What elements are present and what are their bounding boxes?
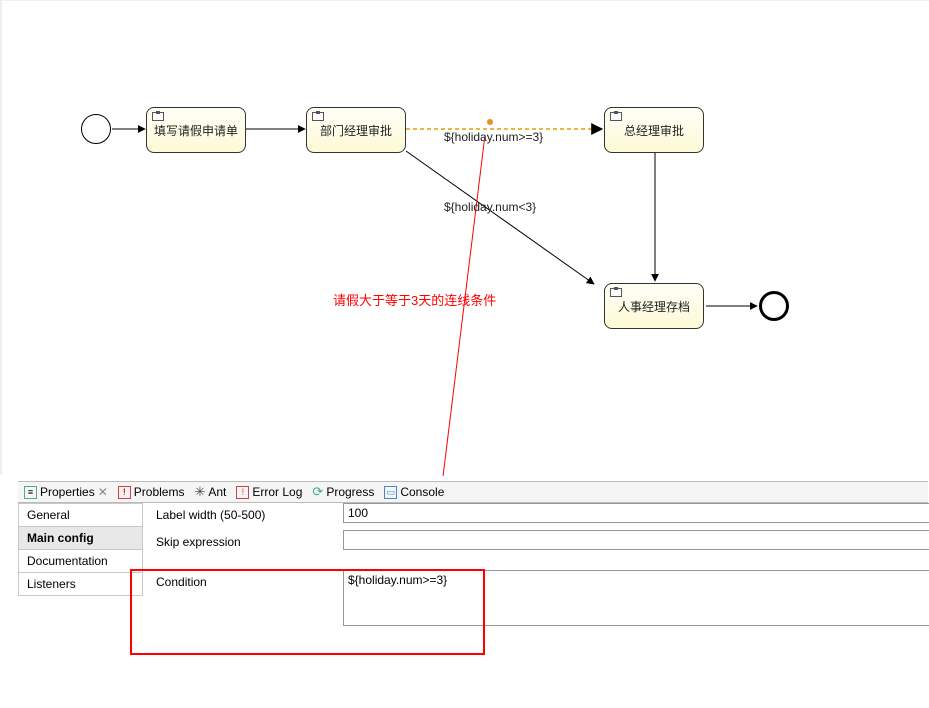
- sidetab-main-config[interactable]: Main config: [18, 526, 143, 549]
- tab-properties[interactable]: ≡ Properties ✕: [24, 485, 108, 499]
- bendpoint-handle[interactable]: [487, 119, 493, 125]
- skip-expression-input[interactable]: [343, 530, 929, 550]
- sidetab-documentation[interactable]: Documentation: [18, 549, 143, 572]
- user-task-icon: [610, 112, 622, 121]
- task-label: 填写请假申请单: [154, 122, 238, 139]
- task-hr-archive[interactable]: 人事经理存档: [604, 283, 704, 329]
- condition-label: Condition: [148, 570, 343, 594]
- sidetab-listeners[interactable]: Listeners: [18, 572, 143, 596]
- tab-label: Properties: [40, 485, 95, 499]
- user-task-icon: [610, 288, 622, 297]
- ant-icon: ✳: [194, 484, 205, 500]
- progress-icon: ⟳: [312, 484, 323, 500]
- views-tabbar: ≡ Properties ✕ ! Problems ✳ Ant ! Error …: [18, 481, 928, 503]
- edge-label-ge3[interactable]: ${holiday.num>=3}: [444, 130, 543, 144]
- tab-errorlog[interactable]: ! Error Log: [236, 485, 302, 499]
- sidetab-general[interactable]: General: [18, 503, 143, 526]
- tab-label: Problems: [134, 485, 185, 499]
- properties-side-tabs: General Main config Documentation Listen…: [18, 503, 143, 596]
- task-label: 总经理审批: [624, 122, 684, 139]
- end-event[interactable]: [759, 291, 789, 321]
- task-dept-approve[interactable]: 部门经理审批: [306, 107, 406, 153]
- diagram-canvas[interactable]: 填写请假申请单 部门经理审批 总经理审批 人事经理存档 ${holiday.nu…: [0, 0, 929, 475]
- tab-progress[interactable]: ⟳ Progress: [312, 484, 374, 500]
- properties-form: Label width (50-500) Skip expression Con…: [148, 503, 929, 629]
- start-event[interactable]: [81, 114, 111, 144]
- flow-edges: [22, 1, 929, 476]
- skip-expression-label: Skip expression: [148, 530, 343, 554]
- label-width-input[interactable]: [343, 503, 929, 523]
- problems-icon: !: [118, 486, 131, 499]
- tab-problems[interactable]: ! Problems: [118, 485, 185, 499]
- properties-icon: ≡: [24, 486, 37, 499]
- tab-ant[interactable]: ✳ Ant: [194, 484, 226, 500]
- tab-label: Error Log: [252, 485, 302, 499]
- edge-label-lt3[interactable]: ${holiday.num<3}: [444, 200, 536, 214]
- errorlog-icon: !: [236, 486, 249, 499]
- tab-label: Ant: [208, 485, 226, 499]
- user-task-icon: [152, 112, 164, 121]
- task-label: 人事经理存档: [618, 298, 690, 315]
- edge-t2-t4[interactable]: [406, 151, 594, 284]
- annotation-text: 请假大于等于3天的连线条件: [333, 290, 496, 309]
- task-label: 部门经理审批: [320, 122, 392, 139]
- tab-label: Console: [400, 485, 444, 499]
- task-gm-approve[interactable]: 总经理审批: [604, 107, 704, 153]
- task-fill-form[interactable]: 填写请假申请单: [146, 107, 246, 153]
- tab-label: Progress: [326, 485, 374, 499]
- console-icon: ▭: [384, 486, 397, 499]
- user-task-icon: [312, 112, 324, 121]
- condition-input[interactable]: [343, 570, 929, 626]
- close-icon[interactable]: ✕: [98, 485, 108, 499]
- label-width-label: Label width (50-500): [148, 503, 343, 527]
- tab-console[interactable]: ▭ Console: [384, 485, 444, 499]
